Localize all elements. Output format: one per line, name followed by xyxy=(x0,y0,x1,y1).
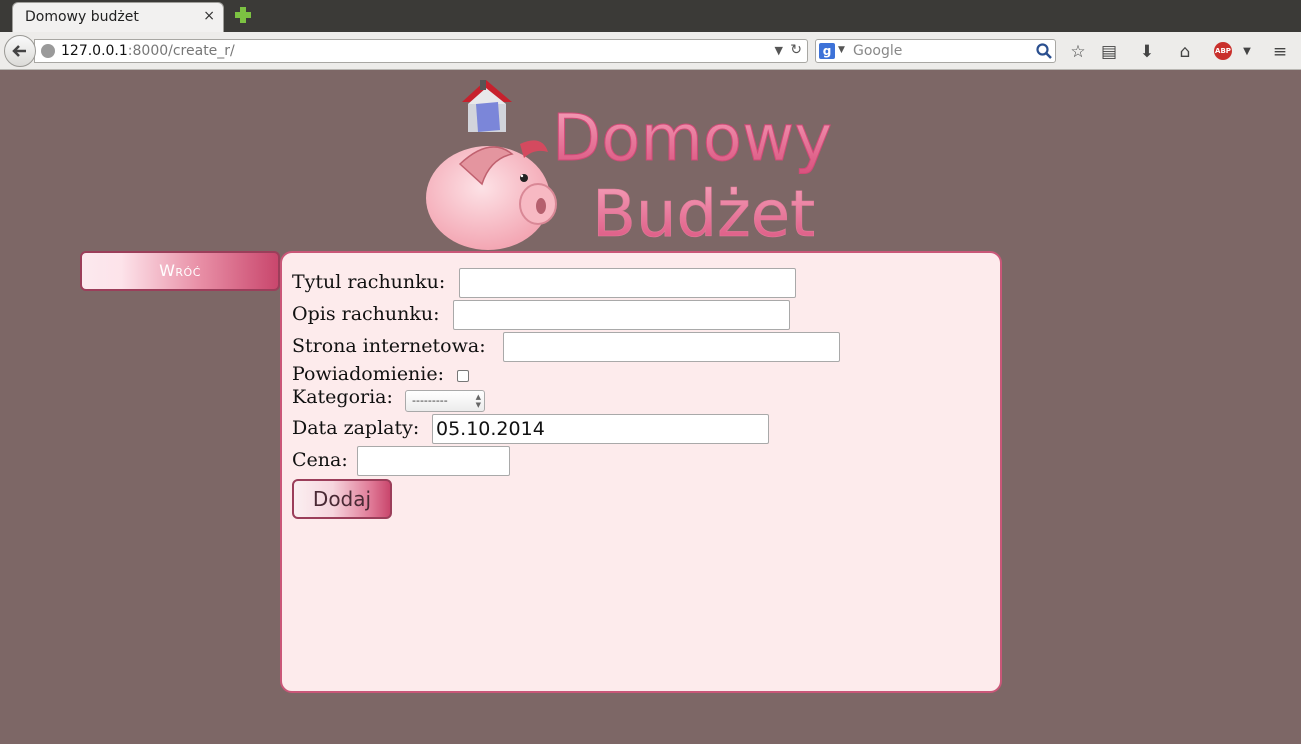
description-row: Opis rachunku: xyxy=(292,303,440,325)
date-label: Data zaplaty: xyxy=(292,417,420,439)
bookmark-star-icon[interactable]: ☆ xyxy=(1068,42,1088,62)
title-row: Tytul rachunku: xyxy=(292,271,445,293)
site-logo: Domowy Budżet xyxy=(426,80,833,250)
back-nav-label: Wróć xyxy=(159,261,201,280)
category-row: Kategoria: xyxy=(292,386,393,408)
title-label: Tytul rachunku: xyxy=(292,271,446,293)
url-path: :8000/create_r/ xyxy=(127,43,235,59)
tab-title: Domowy budżet xyxy=(25,9,139,25)
search-engine-dropdown-icon[interactable]: ▼ xyxy=(838,45,845,55)
url-bar[interactable]: 127.0.0.1:8000/create_r/ ▼ ↻ xyxy=(34,39,808,63)
reading-list-icon[interactable]: ▤ xyxy=(1099,42,1119,62)
home-icon[interactable]: ⌂ xyxy=(1175,42,1195,62)
menu-icon[interactable]: ≡ xyxy=(1270,42,1290,62)
url-host: 127.0.0.1 xyxy=(61,43,128,59)
notification-row: Powiadomienie: xyxy=(292,363,444,385)
price-input[interactable] xyxy=(357,446,510,476)
download-icon[interactable]: ⬇ xyxy=(1137,42,1157,62)
title-input[interactable] xyxy=(459,268,796,298)
website-label: Strona internetowa: xyxy=(292,335,486,357)
back-button[interactable] xyxy=(4,35,36,67)
add-button[interactable]: Dodaj xyxy=(292,479,392,519)
search-bar[interactable]: g ▼ Google xyxy=(815,39,1056,63)
back-arrow-icon xyxy=(12,45,26,57)
description-input[interactable] xyxy=(453,300,790,330)
url-text: 127.0.0.1:8000/create_r/ xyxy=(61,43,235,59)
logo-line2: Budżet xyxy=(592,178,815,250)
select-spinner-icon: ▲ ▼ xyxy=(475,393,481,409)
category-select[interactable]: --------- ▲ ▼ xyxy=(405,390,485,412)
globe-icon xyxy=(41,44,55,58)
adblock-icon[interactable]: ABP xyxy=(1214,42,1232,60)
notification-checkbox[interactable] xyxy=(457,370,469,382)
search-magnifier-icon[interactable] xyxy=(1035,42,1053,60)
category-selected: --------- xyxy=(412,394,448,407)
date-input[interactable]: 05.10.2014 xyxy=(432,414,769,444)
price-label: Cena: xyxy=(292,449,348,471)
reload-icon[interactable]: ↻ xyxy=(790,42,802,58)
adblock-dropdown-icon[interactable]: ▼ xyxy=(1237,42,1257,62)
description-label: Opis rachunku: xyxy=(292,303,440,325)
search-input[interactable]: Google xyxy=(853,43,902,59)
price-row: Cena: xyxy=(292,449,348,471)
website-row: Strona internetowa: xyxy=(292,335,486,357)
new-tab-plus-icon[interactable] xyxy=(234,6,252,24)
url-dropdown-icon[interactable]: ▼ xyxy=(775,44,783,57)
notification-label: Powiadomienie: xyxy=(292,363,445,385)
google-icon[interactable]: g xyxy=(819,43,835,59)
house-icon xyxy=(462,80,512,132)
website-input[interactable] xyxy=(503,332,840,362)
tab-close-icon[interactable]: × xyxy=(203,8,215,24)
browser-tab[interactable]: Domowy budżet × xyxy=(12,2,224,32)
date-row: Data zaplaty: xyxy=(292,417,419,439)
category-label: Kategoria: xyxy=(292,386,393,408)
browser-tab-bar: Domowy budżet × xyxy=(0,0,1301,32)
logo-line1: Domowy xyxy=(552,102,832,176)
back-nav-button[interactable]: Wróć xyxy=(80,251,280,291)
browser-nav-bar: 127.0.0.1:8000/create_r/ ▼ ↻ g ▼ Google … xyxy=(0,32,1301,70)
form-panel: Tytul rachunku: Opis rachunku: Strona in… xyxy=(280,251,1002,693)
